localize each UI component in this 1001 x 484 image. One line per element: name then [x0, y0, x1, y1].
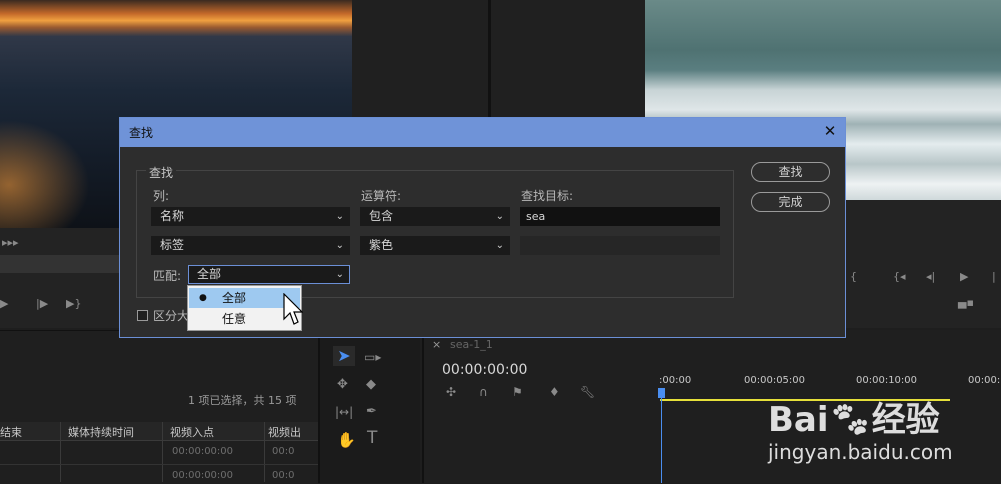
selected-bullet-icon: ● — [199, 293, 207, 303]
chevron-down-icon: ⌄ — [495, 211, 504, 222]
mouse-cursor-icon — [283, 293, 303, 325]
operator-select-1[interactable]: 包含 ⌄ — [360, 207, 510, 226]
case-sensitive-label: 区分大 — [153, 309, 190, 323]
ripple-edit-tool-icon[interactable]: ✥ — [337, 377, 348, 392]
go-to-in-icon[interactable]: {◂ — [893, 270, 906, 283]
table-cell: 00:00:00:00 — [172, 446, 234, 457]
done-button[interactable]: 完成 — [751, 192, 830, 212]
step-back-icon[interactable]: ◂| — [926, 270, 935, 283]
timeline-tab[interactable]: sea-1_1 — [450, 338, 493, 351]
pen-tool-icon[interactable]: ✒ — [366, 404, 377, 419]
dropdown-option-any-label: 任意 — [222, 312, 247, 326]
dialog-titlebar[interactable] — [120, 118, 845, 147]
magnet-icon[interactable]: ∩ — [479, 385, 488, 399]
col-sep — [60, 422, 61, 482]
chevron-down-icon: ⌄ — [495, 240, 504, 251]
column-select-2[interactable]: 标签 ⌄ — [151, 236, 350, 255]
ruler-label: 00:00:1 — [968, 375, 1001, 386]
type-tool-icon[interactable]: T — [367, 428, 377, 448]
column-end[interactable]: 结束 — [0, 424, 22, 440]
program-left-panel — [491, 0, 645, 117]
match-select-value: 全部 — [197, 267, 222, 281]
watermark-url: jingyan.baidu.com — [768, 440, 953, 464]
dropdown-option-all-label: 全部 — [222, 291, 247, 305]
chevron-down-icon: ⌄ — [335, 269, 344, 280]
selection-tool-icon[interactable]: ➤ — [333, 346, 355, 366]
find-button[interactable]: 查找 — [751, 162, 830, 182]
column-label: 列: — [153, 189, 170, 203]
watermark-brand: Bai🐾︎经验 — [768, 400, 940, 440]
group-title: 查找 — [146, 164, 177, 181]
chevron-down-icon: ⌄ — [335, 240, 344, 251]
operator-select-2-value: 紫色 — [369, 238, 394, 252]
program-play-icon[interactable]: ▶ — [960, 270, 968, 283]
sun-reflection — [0, 120, 90, 228]
column-media-duration[interactable]: 媒体持续时间 — [68, 424, 134, 440]
snap-icon[interactable]: ✣ — [446, 385, 456, 399]
play-button-icon[interactable]: ▶ — [0, 297, 8, 310]
dialog-title: 查找 — [129, 126, 154, 140]
column-video-in[interactable]: 视频入点 — [170, 424, 214, 440]
column-video-out[interactable]: 视频出 — [268, 424, 301, 440]
linked-selection-icon[interactable]: ⚑ — [512, 385, 523, 399]
target-input-1[interactable]: sea — [520, 207, 720, 226]
middle-panel — [352, 0, 488, 117]
column-select-1[interactable]: 名称 ⌄ — [151, 207, 350, 226]
table-cell: 00:00:00:00 — [172, 470, 234, 481]
lift-icon[interactable]: ▄▪ — [958, 296, 974, 309]
chevron-down-icon: ⌄ — [335, 211, 344, 222]
ruler-label: 00:00:10:00 — [856, 375, 918, 386]
row-divider — [0, 464, 318, 465]
selection-status: 1 项已选择，共 15 项 — [188, 394, 297, 407]
razor-tool-icon[interactable]: ◆ — [366, 377, 376, 392]
wrench-icon[interactable]: 🔧︎ — [580, 385, 595, 399]
close-tab-icon[interactable]: × — [432, 338, 441, 351]
step-forward2-icon[interactable]: | — [992, 270, 996, 283]
table-cell: 00:0 — [272, 470, 295, 481]
target-label: 查找目标: — [521, 189, 574, 203]
marker-icon[interactable]: ♦ — [549, 385, 560, 399]
match-label: 匹配: — [153, 269, 182, 283]
col-sep — [162, 422, 163, 482]
case-sensitive-checkbox[interactable] — [137, 310, 148, 321]
column-select-2-value: 标签 — [160, 238, 185, 252]
playhead-line — [661, 398, 662, 483]
match-select[interactable]: 全部 ⌄ — [188, 265, 350, 284]
table-cell: 00:0 — [272, 446, 295, 457]
ruler-label: 00:00:05:00 — [744, 375, 806, 386]
mark-in-icon[interactable]: { — [850, 270, 857, 283]
operator-label: 运算符: — [361, 189, 402, 203]
track-select-tool-icon[interactable]: ▭▸ — [364, 350, 381, 364]
slip-tool-icon[interactable]: |↔| — [335, 405, 353, 419]
target-input-2[interactable] — [520, 236, 720, 255]
step-forward-icon[interactable]: |▶ — [36, 297, 48, 310]
operator-select-2[interactable]: 紫色 ⌄ — [360, 236, 510, 255]
go-to-out-icon[interactable]: ▶} — [66, 297, 81, 310]
hand-tool-icon[interactable]: ✋ — [337, 431, 356, 449]
timecode-ruler-icon: ▸▸▸ — [2, 236, 19, 249]
column-select-1-value: 名称 — [160, 209, 185, 223]
operator-select-1-value: 包含 — [369, 209, 394, 223]
ruler-label: :00:00 — [659, 375, 692, 386]
playhead-handle[interactable] — [658, 388, 665, 398]
timeline-timecode[interactable]: 00:00:00:00 — [442, 362, 527, 378]
program-monitor-controls — [846, 200, 1001, 328]
col-sep — [264, 422, 265, 482]
close-icon[interactable]: ✕ — [821, 122, 839, 140]
